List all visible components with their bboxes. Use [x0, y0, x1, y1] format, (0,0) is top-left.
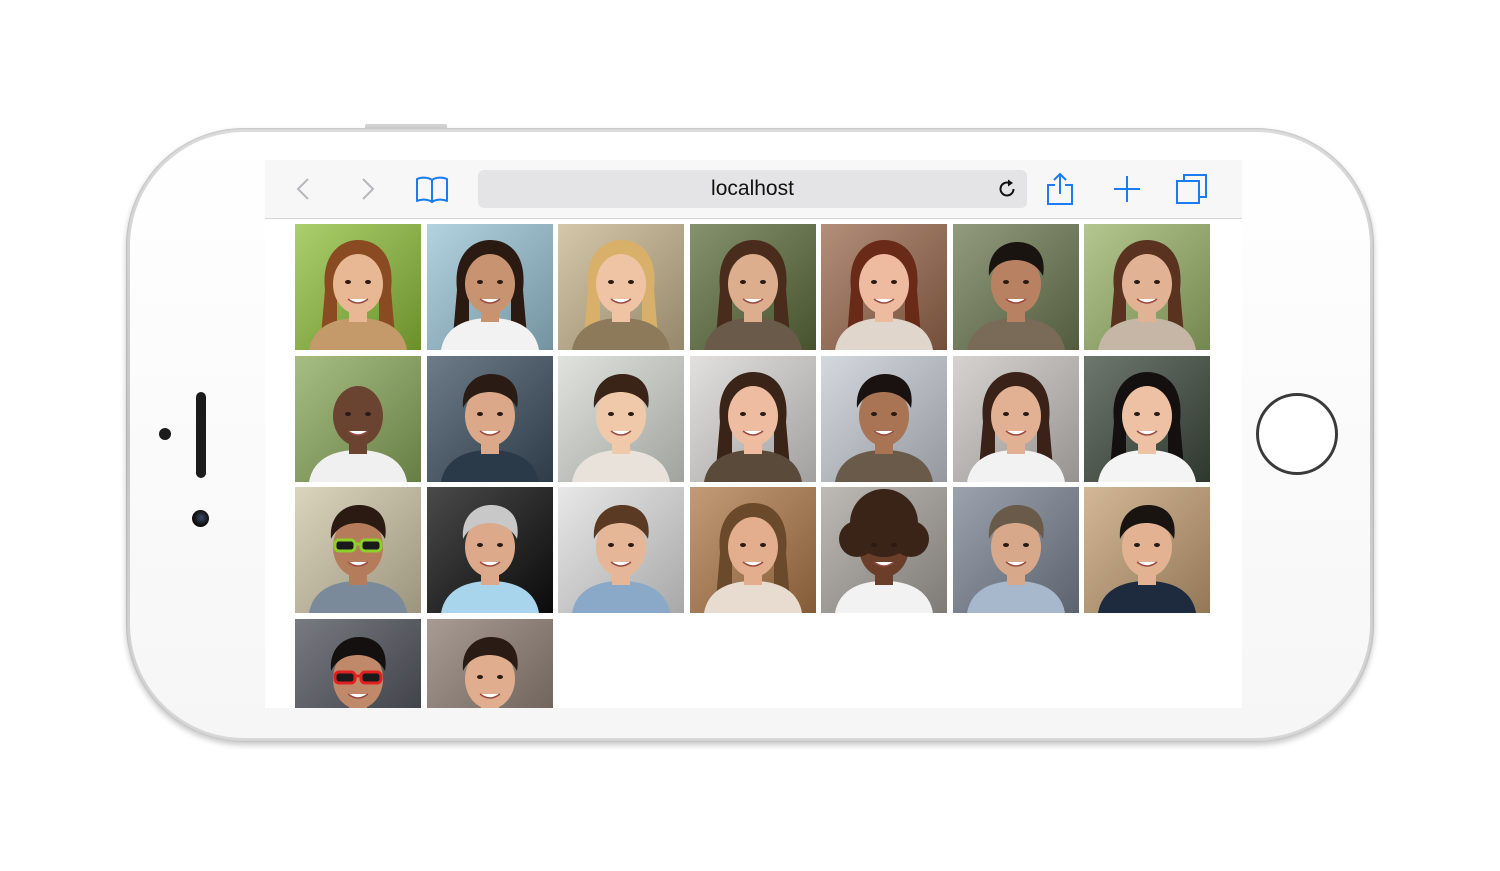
portrait-photo [821, 224, 947, 350]
reload-button[interactable] [996, 178, 1018, 200]
plus-icon [1114, 176, 1140, 202]
photo-tile[interactable] [295, 487, 421, 613]
portrait-photo [690, 356, 816, 482]
portrait-photo [821, 487, 947, 613]
share-icon [1047, 172, 1073, 205]
photo-tile[interactable] [427, 487, 553, 613]
portrait-photo [1084, 356, 1210, 482]
chevron-right-icon [362, 178, 375, 200]
photo-tile[interactable] [1084, 487, 1210, 613]
photo-tile[interactable] [427, 619, 553, 708]
forward-button[interactable] [350, 172, 384, 206]
photo-tile[interactable] [1084, 224, 1210, 350]
photo-tile[interactable] [427, 356, 553, 482]
portrait-photo [690, 487, 816, 613]
share-button[interactable] [1043, 172, 1077, 206]
portrait-photo [1084, 487, 1210, 613]
bookmarks-button[interactable] [415, 172, 449, 206]
browser-screen: localhost [265, 160, 1242, 708]
address-bar[interactable]: localhost [478, 170, 1027, 208]
new-tab-button[interactable] [1110, 172, 1144, 206]
photo-tile[interactable] [295, 356, 421, 482]
photo-tile[interactable] [821, 487, 947, 613]
portrait-photo [295, 619, 421, 708]
photo-tile[interactable] [953, 487, 1079, 613]
home-button[interactable] [1256, 393, 1338, 475]
photo-tile[interactable] [690, 224, 816, 350]
tabs-icon [1176, 174, 1207, 204]
portrait-photo [558, 224, 684, 350]
portrait-photo [1084, 224, 1210, 350]
portrait-photo [953, 224, 1079, 350]
photo-tile[interactable] [1084, 356, 1210, 482]
portrait-photo [427, 619, 553, 708]
portrait-photo [295, 224, 421, 350]
chevron-left-icon [296, 178, 309, 200]
photo-tile[interactable] [558, 356, 684, 482]
portrait-photo [690, 224, 816, 350]
portrait-photo [821, 356, 947, 482]
url-text: localhost [711, 177, 794, 200]
photo-tile[interactable] [295, 619, 421, 708]
photo-tile[interactable] [821, 224, 947, 350]
portrait-photo [558, 356, 684, 482]
photo-tile[interactable] [558, 224, 684, 350]
portrait-photo [558, 487, 684, 613]
photo-tile[interactable] [690, 487, 816, 613]
browser-toolbar: localhost [265, 160, 1242, 219]
photo-tile[interactable] [295, 224, 421, 350]
photo-tile[interactable] [427, 224, 553, 350]
photo-tile[interactable] [953, 356, 1079, 482]
portrait-photo [295, 356, 421, 482]
portrait-photo [427, 487, 553, 613]
tabs-button[interactable] [1175, 172, 1209, 206]
earpiece-speaker [196, 392, 206, 478]
book-icon [416, 176, 448, 203]
back-button[interactable] [287, 172, 321, 206]
photo-tile[interactable] [953, 224, 1079, 350]
photo-tile[interactable] [690, 356, 816, 482]
photo-tile[interactable] [558, 487, 684, 613]
portrait-photo [427, 224, 553, 350]
portrait-photo [953, 356, 1079, 482]
front-camera [192, 510, 209, 527]
portrait-photo [427, 356, 553, 482]
portrait-photo [295, 487, 421, 613]
photo-tile[interactable] [821, 356, 947, 482]
reload-icon [999, 179, 1015, 197]
portrait-photo [953, 487, 1079, 613]
proximity-sensor [159, 428, 171, 440]
